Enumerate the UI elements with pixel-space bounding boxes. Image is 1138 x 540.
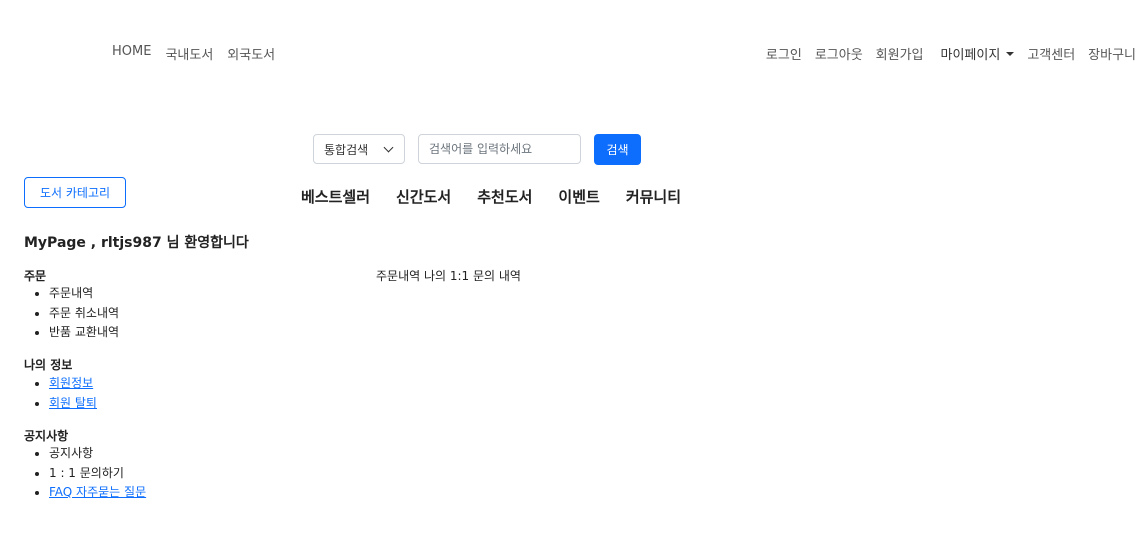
menu-events[interactable]: 이벤트: [558, 186, 599, 207]
list-item-return-exchange[interactable]: 반품 교환내역: [49, 323, 119, 343]
caret-down-icon: [1006, 51, 1015, 56]
book-category-button[interactable]: 도서 카테고리: [24, 177, 126, 208]
list-item-label: 주문 취소내역: [49, 305, 120, 320]
my-info-list: 회원정보 회원 탈퇴: [24, 374, 97, 413]
nav-logout-link[interactable]: 로그아웃: [815, 44, 863, 63]
menu-new-books[interactable]: 신간도서: [396, 186, 451, 207]
nav-mypage-dropdown[interactable]: 마이페이지: [941, 44, 1015, 63]
top-nav-right: 로그인 로그아웃 회원가입 마이페이지 고객센터 장바구니: [753, 44, 1136, 63]
page-title: MyPage , rltjs987 님 환영합니다: [24, 235, 249, 251]
search-input[interactable]: [418, 134, 581, 164]
list-item-faq: FAQ 자주묻는 질문: [49, 483, 146, 503]
list-item-inquiry[interactable]: 1 : 1 문의하기: [49, 464, 146, 484]
section-title-notices: 공지사항: [24, 429, 69, 443]
notices-list: 공지사항 1 : 1 문의하기 FAQ 자주묻는 질문: [24, 444, 146, 503]
nav-foreign-books-link[interactable]: 외국도서: [227, 44, 275, 63]
list-item-label: 공지사항: [49, 446, 94, 460]
list-item-notices[interactable]: 공지사항: [49, 444, 146, 464]
menu-bestseller[interactable]: 베스트셀러: [301, 186, 370, 207]
nav-domestic-books-link[interactable]: 국내도서: [165, 44, 213, 63]
menu-recommended[interactable]: 추천도서: [477, 186, 532, 207]
nav-mypage-label: 마이페이지: [940, 48, 1001, 63]
nav-customer-center-link[interactable]: 고객센터: [1027, 44, 1075, 63]
chevron-down-icon: [383, 142, 394, 153]
search-type-value: 통합검색: [324, 142, 369, 157]
menu-community[interactable]: 커뮤니티: [626, 186, 681, 207]
section-title-orders: 주문: [24, 269, 47, 283]
member-info-link[interactable]: 회원정보: [49, 376, 93, 390]
list-item-order-cancel[interactable]: 주문 취소내역: [49, 304, 119, 324]
list-item-label: 주문내역: [49, 286, 94, 300]
list-item-member-info: 회원정보: [49, 374, 97, 394]
nav-login-link[interactable]: 로그인: [766, 44, 802, 63]
main-menu: 베스트셀러 신간도서 추천도서 이벤트 커뮤니티: [301, 186, 707, 207]
page: HOME 국내도서 외국도서 로그인 로그아웃 회원가입 마이페이지 고객센터 …: [0, 0, 1138, 540]
search-button[interactable]: 검색: [594, 134, 641, 165]
list-item-withdraw: 회원 탈퇴: [49, 394, 97, 414]
nav-home-link[interactable]: HOME: [112, 44, 151, 63]
faq-link[interactable]: FAQ 자주묻는 질문: [49, 485, 146, 499]
content-heading: 주문내역 나의 1:1 문의 내역: [376, 269, 521, 283]
list-item-label: 반품 교환내역: [49, 325, 120, 339]
list-item-order-history[interactable]: 주문내역: [49, 284, 119, 304]
section-title-my-info: 나의 정보: [24, 358, 73, 372]
nav-signup-link[interactable]: 회원가입: [876, 44, 924, 63]
withdraw-link[interactable]: 회원 탈퇴: [49, 396, 97, 410]
list-item-label: 1 : 1 문의하기: [49, 465, 124, 480]
nav-cart-link[interactable]: 장바구니: [1088, 44, 1136, 63]
top-nav-left: HOME 국내도서 외국도서: [112, 44, 289, 63]
orders-list: 주문내역 주문 취소내역 반품 교환내역: [24, 284, 119, 343]
search-type-select[interactable]: 통합검색: [313, 134, 405, 164]
